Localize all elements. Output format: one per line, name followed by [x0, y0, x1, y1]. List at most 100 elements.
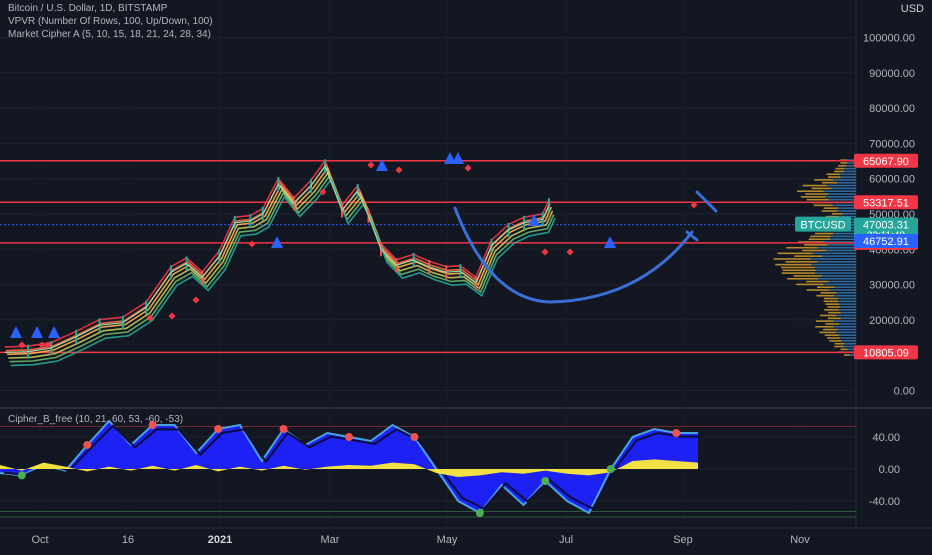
volume-profile-bar-down [826, 173, 840, 176]
volume-profile-bar-up [838, 309, 856, 311]
volume-profile-bar-down [777, 252, 813, 255]
volume-profile-bar-up [828, 289, 856, 291]
volume-profile-bar-up [840, 317, 856, 320]
volume-profile-bar-up [833, 325, 856, 328]
volume-profile-bar-up [838, 297, 856, 300]
ema-ribbon-line [10, 177, 556, 367]
volume-profile-bar-down [775, 263, 812, 266]
volume-profile-bar-up [834, 286, 856, 289]
volume-profile-bar-down [805, 193, 829, 195]
volume-profile-bar-down [834, 170, 844, 173]
volume-profile-bar-down [802, 249, 827, 252]
volume-profile-bar-up [841, 340, 856, 342]
symbol-title[interactable]: Bitcoin / U.S. Dollar, 1D, BITSTAMP [8, 3, 167, 14]
bullish-triangle-marker [31, 326, 43, 338]
time-tick-label: Sep [673, 534, 693, 546]
volume-profile-bar-down [781, 266, 815, 269]
volume-profile-bar-up [825, 196, 856, 198]
oscillator-axis: 40.00 0.00 -40.00 [869, 432, 900, 508]
cross-dot [475, 509, 484, 517]
bearish-diamond-marker [168, 312, 176, 320]
bearish-diamond-marker [367, 161, 375, 169]
volume-profile-bar-down [823, 300, 839, 303]
vpvr-indicator-label[interactable]: VPVR (Number Of Rows, 100, Up/Down, 100) [8, 16, 213, 27]
volume-profile-bar-up [840, 337, 856, 339]
volume-profile-bar-up [823, 283, 856, 286]
bullish-triangle-marker [48, 326, 60, 338]
volume-profile-bar-down [815, 320, 834, 322]
volume-profile-bar-up [815, 272, 856, 274]
volume-profile-bar-up [817, 246, 856, 249]
bearish-diamond-marker [192, 296, 200, 304]
volume-profile-bar-up [817, 261, 856, 263]
cipher-b-label[interactable]: Cipher_B_free (10, 21, 60, 53, -60, -53) [8, 414, 183, 425]
volume-profile-bar-down [819, 331, 836, 334]
price-tick-label: 90000.00 [869, 68, 915, 80]
price-chart-svg[interactable]: 100000.00 90000.00 80000.00 70000.00 60000.0… [0, 0, 932, 550]
volume-profile-bar-up [812, 252, 856, 255]
market-cipher-a-label[interactable]: Market Cipher A (5, 10, 15, 18, 21, 24, … [8, 29, 211, 40]
volume-profile-bar-up [844, 342, 856, 345]
volume-profile-bar-up [814, 266, 856, 269]
handle-upper-line [695, 190, 718, 213]
volume-profile-bar-up [828, 280, 856, 283]
volume-profile-bar-down [823, 207, 839, 209]
volume-profile-bar-up [831, 187, 856, 190]
volume-profile-bar-down [823, 297, 839, 300]
volume-profile-bar-down [829, 340, 842, 342]
cross-dot [410, 433, 419, 441]
volume-profile-bar-down [785, 261, 818, 263]
price-tick-label: 100000.00 [863, 33, 915, 45]
cross-dot [606, 465, 615, 473]
volume-profile-bar-up [830, 235, 856, 238]
volume-profile-bar-up [828, 198, 856, 201]
badge-s3: 10805.09 [863, 347, 909, 359]
chart-area[interactable]: 100000.00 90000.00 80000.00 70000.00 60000.0… [0, 0, 932, 550]
osc-tick-label: -40.00 [869, 496, 900, 508]
volume-profile-bar-up [838, 334, 856, 337]
volume-profile-bar-down [821, 210, 838, 212]
volume-profile-bar-up [815, 269, 856, 272]
volume-profile-bar-down [796, 283, 824, 286]
volume-profile-bar-up [840, 311, 856, 314]
time-tick-label: Mar [321, 534, 340, 546]
price-tick-label: 20000.00 [869, 315, 915, 327]
pane-separator [0, 407, 932, 409]
volume-profile-bar-up [835, 331, 856, 334]
price-axis: 100000.00 90000.00 80000.00 70000.00 60000.0… [863, 33, 915, 398]
volume-profile-bar-up [826, 249, 856, 252]
volume-profile-bar-down [827, 176, 841, 178]
time-tick-label: Jul [559, 534, 573, 546]
volume-profile-bar-down [802, 184, 827, 187]
volume-profile-bar-up [833, 320, 856, 322]
volume-profile-bar-up [834, 294, 856, 297]
osc-tick-label: 0.00 [879, 464, 900, 476]
volume-profile-bar-down [823, 328, 838, 331]
volume-profile-bar-up [821, 275, 856, 277]
volume-profile-bar-up [810, 258, 856, 260]
price-tick-label: 70000.00 [869, 138, 915, 150]
volume-profile-bar-down [806, 289, 829, 291]
badge-r1: 65067.90 [863, 156, 909, 168]
volume-profile-bar-down [813, 204, 833, 207]
cross-dot [672, 429, 681, 437]
volume-profile-bar-up [836, 314, 856, 317]
bullish-triangle-marker [10, 326, 22, 338]
volume-profile-bar-down [820, 292, 837, 294]
volume-profile-bar-up [833, 232, 856, 235]
badge-s1: 46752.91 [863, 236, 909, 248]
bearish-diamond-marker [395, 166, 403, 174]
volume-profile-bar-down [827, 317, 841, 320]
volume-profile-bar-up [838, 300, 856, 303]
bearish-diamond-marker [464, 164, 472, 172]
volume-profile-bar-down [815, 325, 834, 328]
volume-profile-bar-up [830, 238, 856, 241]
price-tick-label: 60000.00 [869, 174, 915, 186]
volume-profile-bar-down [826, 337, 841, 339]
volume-profile-bar-down [838, 164, 847, 167]
volume-profile-bar-down [824, 334, 839, 337]
volume-profile-bar-up [839, 173, 856, 176]
volume-profile-bar-down [793, 275, 822, 277]
cross-dot [279, 425, 288, 433]
bullish-triangle-marker [452, 152, 464, 164]
